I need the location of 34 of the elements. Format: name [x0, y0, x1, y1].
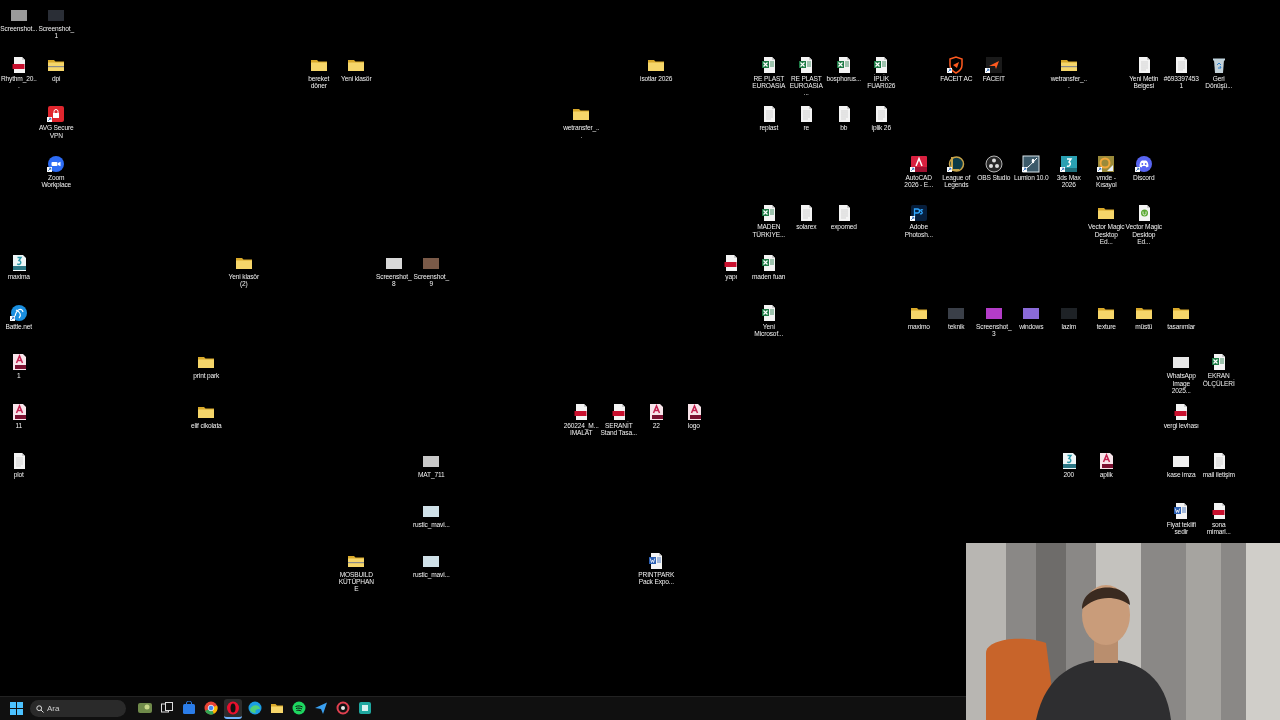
- search-icon: [36, 705, 44, 713]
- spreadsheet-icon[interactable]: [759, 253, 778, 272]
- search-field[interactable]: Ara: [30, 700, 126, 717]
- spreadsheet-icon[interactable]: [759, 303, 778, 322]
- square-app-icon[interactable]: [909, 204, 928, 223]
- ring-logo-icon: [226, 700, 240, 715]
- windows-logo-icon: [9, 702, 23, 715]
- wave-logo-icon: [248, 700, 262, 715]
- store-icon: [182, 700, 196, 715]
- shield-app-icon[interactable]: [947, 55, 966, 74]
- leaf-app-icon[interactable]: [1022, 154, 1041, 173]
- gamepad-app-icon[interactable]: [1134, 154, 1153, 173]
- arrow-app-icon[interactable]: [984, 55, 1003, 74]
- target-app-icon[interactable]: [1097, 154, 1116, 173]
- padlock-app-icon[interactable]: [47, 105, 66, 124]
- swirl-app-icon[interactable]: [9, 303, 28, 322]
- taskbar-button[interactable]: [224, 698, 242, 719]
- app-icon: [358, 700, 372, 715]
- circle-app-icon[interactable]: [984, 154, 1003, 173]
- spreadsheet-icon[interactable]: [759, 204, 778, 223]
- ring-app-icon[interactable]: [947, 154, 966, 173]
- video-camera-app-icon[interactable]: [47, 154, 66, 173]
- paper-plane-icon: [314, 700, 328, 715]
- spreadsheet-icon[interactable]: [1209, 353, 1228, 372]
- browser-icon: [204, 700, 218, 715]
- weather-widget-icon: [138, 700, 152, 715]
- block-app-icon[interactable]: [1059, 154, 1078, 173]
- fbx-file-icon[interactable]: [647, 402, 666, 421]
- spreadsheet-icon[interactable]: [834, 55, 853, 74]
- fbx-file-icon[interactable]: [1097, 452, 1116, 471]
- triangle-app-icon[interactable]: [909, 154, 928, 173]
- sound-wave-logo-icon: [292, 700, 306, 715]
- spreadsheet-icon[interactable]: [759, 55, 778, 74]
- task-view-icon: [160, 700, 174, 715]
